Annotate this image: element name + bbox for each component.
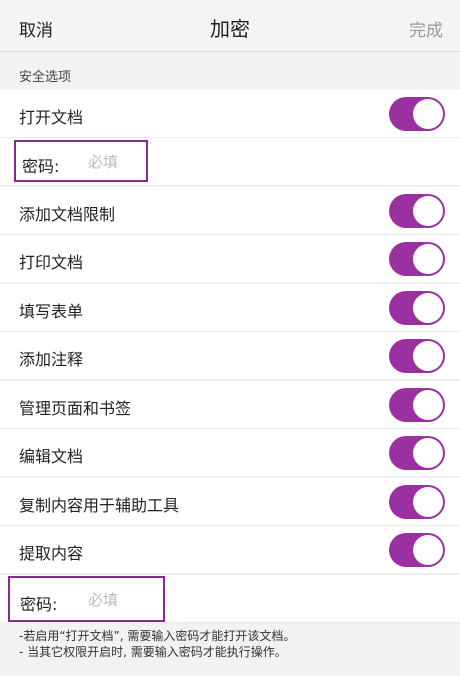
permission-label: 编辑文档 <box>19 447 84 466</box>
section-label: 安全选项 <box>19 70 72 85</box>
help-note-open: -若启用“打开文档”, 需要输入密码才能打开该文档。 <box>19 629 296 643</box>
permission-row: 编辑文档 <box>0 429 460 477</box>
fill-forms-toggle[interactable] <box>389 291 445 325</box>
add-restrictions-toggle[interactable] <box>389 194 445 228</box>
page-title: 加密 <box>210 17 250 41</box>
permission-label: 填写表单 <box>19 302 84 321</box>
open-document-label: 打开文档 <box>19 108 84 127</box>
open-document-row: 打开文档 <box>0 90 460 138</box>
nav-header: 取消 加密 完成 <box>0 0 460 52</box>
toggle-knob <box>413 438 443 468</box>
help-note-permissions: - 当其它权限开启时, 需要输入密码才能执行操作。 <box>19 645 287 659</box>
manage-pages-toggle[interactable] <box>389 388 445 422</box>
edit-document-toggle[interactable] <box>389 436 445 470</box>
permission-label: 打印文档 <box>19 253 84 272</box>
permission-label: 复制内容用于辅助工具 <box>19 496 180 515</box>
permission-label: 添加注释 <box>19 350 84 369</box>
toggle-knob <box>413 535 443 565</box>
add-annotations-toggle[interactable] <box>389 339 445 373</box>
open-password-box: 密码: <box>14 140 148 182</box>
open-password-input[interactable] <box>88 150 144 174</box>
toggle-knob <box>413 390 443 420</box>
toggle-knob <box>413 196 443 226</box>
permission-label: 管理页面和书签 <box>19 399 132 418</box>
permission-row: 添加文档限制 <box>0 187 460 235</box>
done-button[interactable]: 完成 <box>409 16 443 41</box>
permission-row: 添加注释 <box>0 332 460 380</box>
extract-content-toggle[interactable] <box>389 533 445 567</box>
print-document-toggle[interactable] <box>389 242 445 276</box>
permission-row: 管理页面和书签 <box>0 381 460 429</box>
toggle-knob <box>413 487 443 517</box>
permission-label: 提取内容 <box>19 544 84 563</box>
permission-password-input[interactable] <box>88 588 144 612</box>
permission-row: 复制内容用于辅助工具 <box>0 478 460 526</box>
toggle-knob <box>413 341 443 371</box>
permission-password-box: 密码: <box>8 576 165 622</box>
open-password-row: 密码: <box>0 138 460 186</box>
toggle-knob <box>413 293 443 323</box>
permission-password-row: 密码: <box>0 575 460 623</box>
help-notes: -若启用“打开文档”, 需要输入密码才能打开该文档。 - 当其它权限开启时, 需… <box>19 628 295 660</box>
open-password-label: 密码: <box>22 157 60 176</box>
open-document-toggle[interactable] <box>389 97 445 131</box>
permission-row: 填写表单 <box>0 284 460 332</box>
permission-password-label: 密码: <box>20 595 58 614</box>
permission-label: 添加文档限制 <box>19 205 116 224</box>
permission-row: 提取内容 <box>0 526 460 574</box>
permission-row: 打印文档 <box>0 235 460 283</box>
toggle-knob <box>413 244 443 274</box>
toggle-knob <box>413 99 443 129</box>
copy-accessibility-toggle[interactable] <box>389 485 445 519</box>
